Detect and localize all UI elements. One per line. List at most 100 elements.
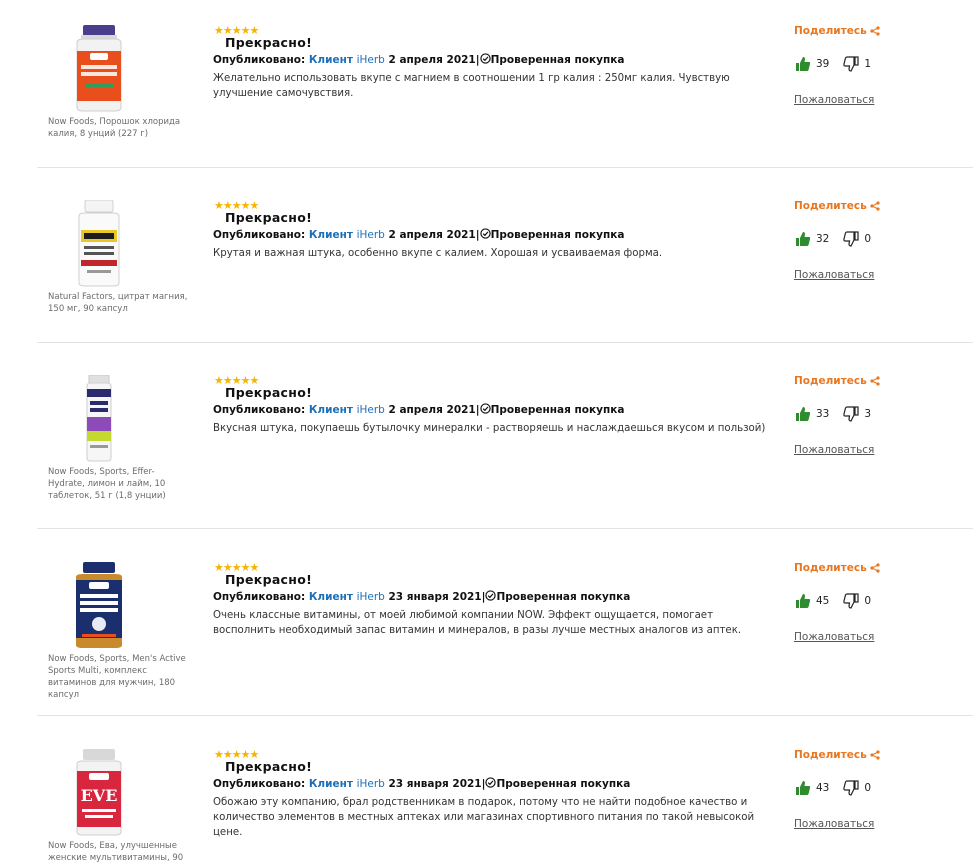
- published-label: Опубликовано:: [213, 778, 306, 790]
- thumbs-down-icon[interactable]: [843, 406, 859, 422]
- thumbs-up-icon[interactable]: [795, 780, 811, 796]
- product-image[interactable]: [67, 562, 131, 650]
- unhelpful-count: 0: [864, 233, 872, 245]
- review-meta: Опубликовано: Клиент iHerb 2 апреля 2021…: [213, 228, 625, 241]
- author-link[interactable]: Клиент iHerb: [309, 404, 385, 416]
- author-prefix: Клиент: [308, 778, 353, 790]
- author-prefix: Клиент: [308, 591, 353, 603]
- report-link[interactable]: Пожаловаться: [794, 631, 874, 643]
- unhelpful-count: 0: [864, 782, 872, 794]
- product-name-link[interactable]: Now Foods, Порошок хлорида калия, 8 унци…: [48, 116, 188, 140]
- author-link[interactable]: Клиент iHerb: [309, 591, 385, 603]
- unhelpful-count: 0: [864, 595, 872, 607]
- verified-purchase: Проверенная покупка: [496, 591, 631, 603]
- review-date: 23 января 2021: [388, 591, 482, 603]
- author-prefix: Клиент: [308, 229, 353, 241]
- helpful-count: 33: [816, 408, 830, 420]
- product-image[interactable]: EVE: [67, 749, 131, 837]
- thumbs-down-icon[interactable]: [843, 56, 859, 72]
- share-label: Поделитесь: [794, 375, 867, 387]
- author-brand: iHerb: [356, 778, 385, 790]
- helpful-count: 43: [816, 782, 830, 794]
- share-button[interactable]: Поделитесь: [794, 562, 880, 574]
- published-label: Опубликовано:: [213, 404, 306, 416]
- author-link[interactable]: Клиент iHerb: [309, 778, 385, 790]
- vote-bar: 33 3: [795, 406, 871, 422]
- verified-purchase: Проверенная покупка: [490, 404, 625, 416]
- product-image[interactable]: [67, 375, 131, 463]
- thumbs-up-icon[interactable]: [795, 56, 811, 72]
- author-brand: iHerb: [356, 591, 385, 603]
- unhelpful-count: 1: [864, 58, 872, 70]
- thumbs-up-icon[interactable]: [795, 593, 811, 609]
- review-card: Natural Factors, цитрат магния, 150 мг, …: [37, 200, 973, 343]
- review-meta: Опубликовано: Клиент iHerb 23 января 202…: [213, 777, 631, 790]
- author-brand: iHerb: [356, 54, 385, 66]
- verified-check-icon: [485, 777, 497, 788]
- share-label: Поделитесь: [794, 25, 867, 37]
- author-prefix: Клиент: [308, 54, 353, 66]
- report-link[interactable]: Пожаловаться: [794, 269, 874, 281]
- share-button[interactable]: Поделитесь: [794, 375, 880, 387]
- product-name-link[interactable]: Natural Factors, цитрат магния, 150 мг, …: [48, 291, 188, 315]
- report-link[interactable]: Пожаловаться: [794, 444, 874, 456]
- verified-check-icon: [479, 228, 491, 239]
- verified-purchase: Проверенная покупка: [490, 54, 625, 66]
- helpful-count: 45: [816, 595, 830, 607]
- review-text: Обожаю эту компанию, брал родственникам …: [213, 797, 755, 838]
- thumbs-up-icon[interactable]: [795, 231, 811, 247]
- share-icon: [870, 563, 880, 573]
- share-label: Поделитесь: [794, 749, 867, 761]
- helpful-count: 32: [816, 233, 830, 245]
- review-meta: Опубликовано: Клиент iHerb 2 апреля 2021…: [213, 53, 625, 66]
- author-brand: iHerb: [356, 404, 385, 416]
- review-meta: Опубликовано: Клиент iHerb 2 апреля 2021…: [213, 403, 625, 416]
- thumbs-down-icon[interactable]: [843, 231, 859, 247]
- review-text: Желательно использовать вкупе с магнием …: [213, 73, 730, 99]
- review-text: Крутая и важная штука, особенно вкупе с …: [213, 248, 663, 259]
- share-icon: [870, 376, 880, 386]
- published-label: Опубликовано:: [213, 591, 306, 603]
- review-card: Now Foods, Sports, Men's Active Sports M…: [37, 562, 973, 716]
- product-image-label: EVE: [81, 786, 118, 805]
- share-icon: [870, 750, 880, 760]
- verified-purchase: Проверенная покупка: [490, 229, 625, 241]
- vote-bar: 39 1: [795, 56, 871, 72]
- report-link[interactable]: Пожаловаться: [794, 94, 874, 106]
- review-card: Now Foods, Порошок хлорида калия, 8 унци…: [37, 25, 973, 168]
- share-button[interactable]: Поделитесь: [794, 200, 880, 212]
- review-date: 2 апреля 2021: [388, 229, 476, 241]
- share-button[interactable]: Поделитесь: [794, 749, 880, 761]
- vote-bar: 32 0: [795, 231, 871, 247]
- share-icon: [870, 201, 880, 211]
- thumbs-down-icon[interactable]: [843, 593, 859, 609]
- review-title: Прекрасно!: [225, 35, 313, 50]
- share-button[interactable]: Поделитесь: [794, 25, 880, 37]
- helpful-count: 39: [816, 58, 830, 70]
- review-title: Прекрасно!: [225, 385, 313, 400]
- author-brand: iHerb: [356, 229, 385, 241]
- review-text: Очень классные витамины, от моей любимой…: [213, 610, 742, 636]
- author-prefix: Клиент: [308, 404, 353, 416]
- author-link[interactable]: Клиент iHerb: [309, 229, 385, 241]
- published-label: Опубликовано:: [213, 229, 306, 241]
- verified-check-icon: [479, 403, 491, 414]
- unhelpful-count: 3: [864, 408, 872, 420]
- review-card: Now Foods, Sports, Effer-Hydrate, лимон …: [37, 375, 973, 529]
- author-link[interactable]: Клиент iHerb: [309, 54, 385, 66]
- review-title: Прекрасно!: [225, 572, 313, 587]
- vote-bar: 43 0: [795, 780, 871, 796]
- verified-purchase: Проверенная покупка: [496, 778, 631, 790]
- product-name-link[interactable]: Now Foods, Sports, Effer-Hydrate, лимон …: [48, 466, 188, 502]
- product-name-link[interactable]: Now Foods, Ева, улучшенные женские мульт…: [48, 840, 188, 864]
- verified-check-icon: [479, 53, 491, 64]
- product-name-link[interactable]: Now Foods, Sports, Men's Active Sports M…: [48, 653, 188, 701]
- product-image[interactable]: [67, 200, 131, 288]
- product-image[interactable]: [67, 25, 131, 113]
- thumbs-down-icon[interactable]: [843, 780, 859, 796]
- thumbs-up-icon[interactable]: [795, 406, 811, 422]
- verified-check-icon: [485, 590, 497, 601]
- report-link[interactable]: Пожаловаться: [794, 818, 874, 830]
- share-label: Поделитесь: [794, 562, 867, 574]
- share-icon: [870, 26, 880, 36]
